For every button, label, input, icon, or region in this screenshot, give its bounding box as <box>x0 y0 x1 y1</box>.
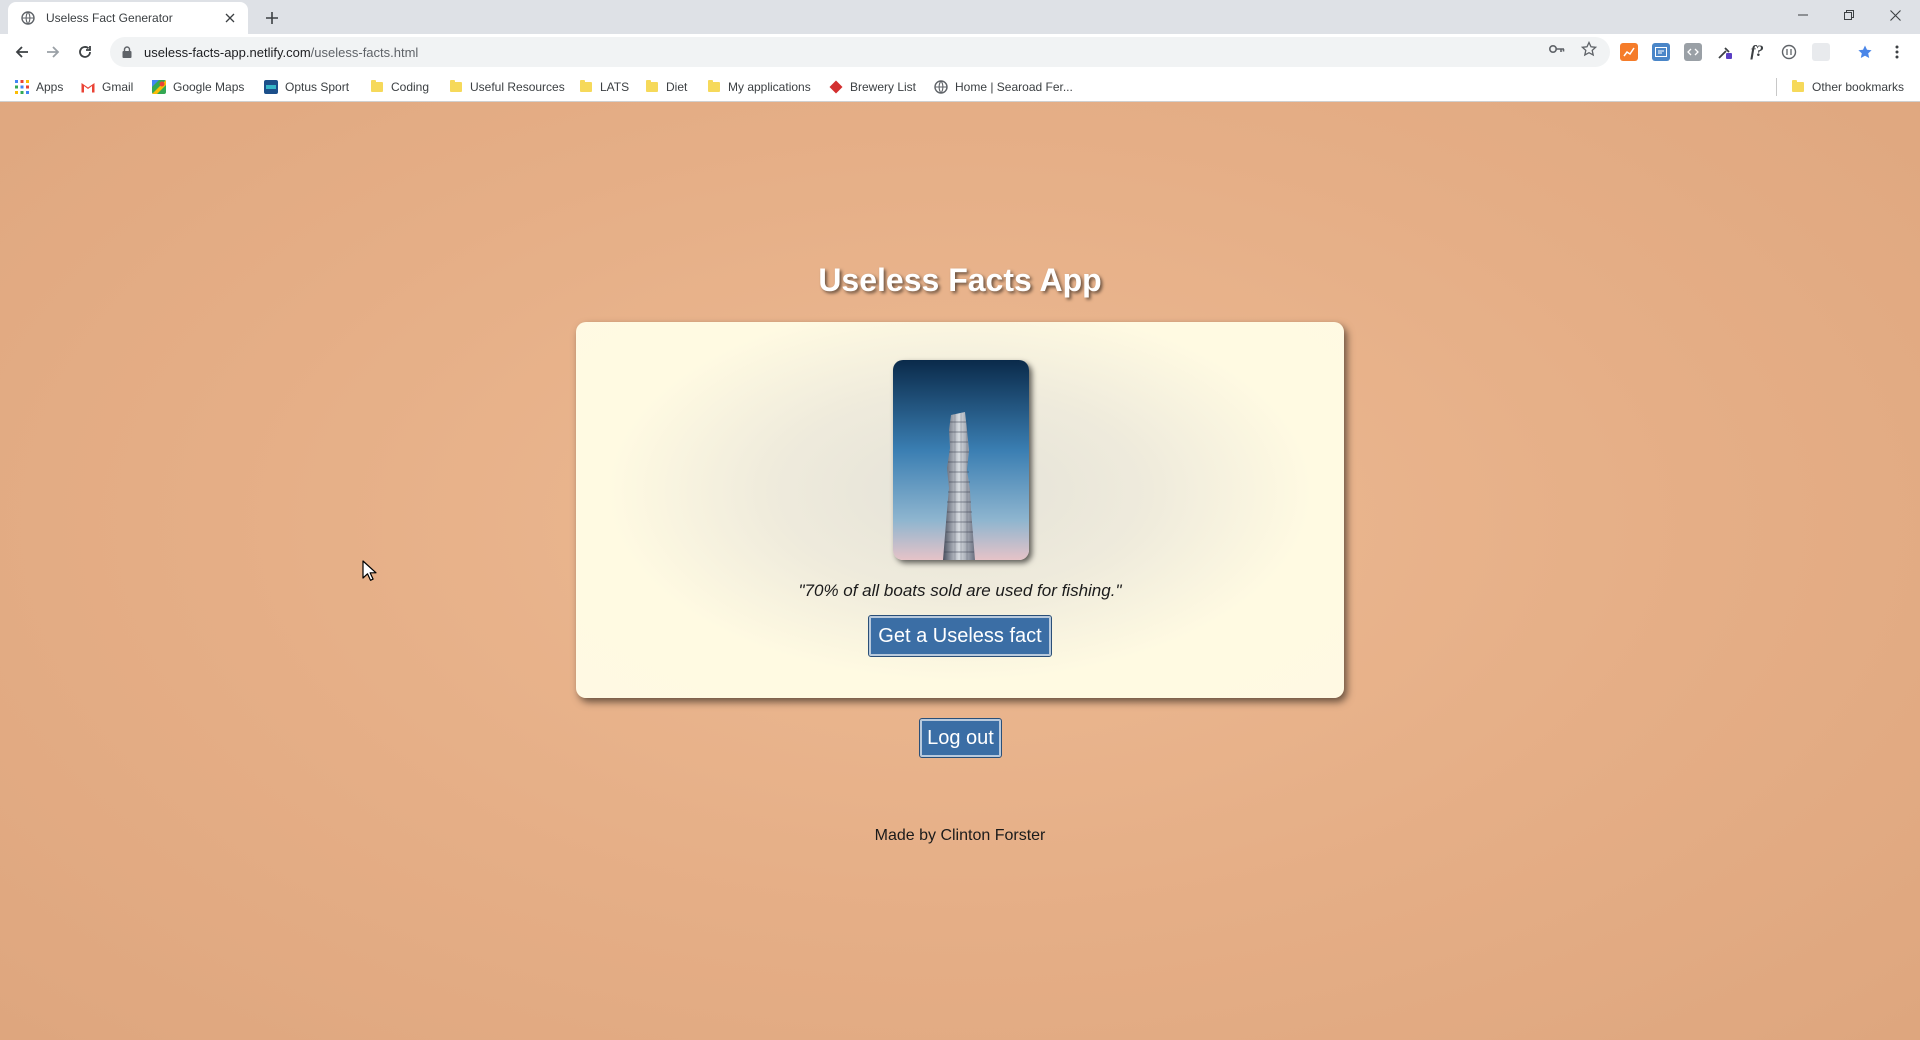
bookmark-label: Apps <box>36 80 64 94</box>
bookmark-other-bookmarks[interactable]: Other bookmarks <box>1790 78 1904 96</box>
key-icon[interactable] <box>1548 40 1566 58</box>
folder-icon <box>1790 79 1806 95</box>
tab-strip: Useless Fact Generator <box>0 0 1920 34</box>
bookmark-label: Google Maps <box>173 80 245 94</box>
bookmark-my-applications[interactable]: My applications <box>706 78 811 96</box>
forward-icon[interactable] <box>39 38 67 66</box>
fact-card: "70% of all boats sold are used for fish… <box>576 322 1344 698</box>
credit-text: Made by Clinton Forster <box>874 827 1046 844</box>
circle-extension-icon[interactable] <box>1780 43 1798 61</box>
bookmark-label: Coding <box>391 80 430 94</box>
folder-icon <box>369 79 385 95</box>
bookmark-label: LATS <box>600 80 630 94</box>
lock-icon[interactable] <box>120 45 134 59</box>
globe-icon <box>20 10 36 26</box>
url-text: useless-facts-app.netlify.com/useless-fa… <box>144 45 418 60</box>
blank-extension-icon[interactable] <box>1812 43 1830 61</box>
star-icon[interactable] <box>1580 40 1598 58</box>
bookmark-label: Brewery List <box>850 80 917 94</box>
optus-sport-icon <box>263 79 279 95</box>
address-bar[interactable]: useless-facts-app.netlify.com/useless-fa… <box>110 37 1610 67</box>
fact-text: "70% of all boats sold are used for fish… <box>798 581 1122 600</box>
bookmark-searoad[interactable]: Home | Searoad Fer... <box>933 78 1073 96</box>
id-card-extension-icon[interactable] <box>1652 43 1670 61</box>
bookmarks-bar: Apps Gmail Google Maps Optus Sport Codin… <box>0 70 1920 102</box>
mouse-cursor-icon <box>362 560 378 582</box>
bookmark-label: Home | Searoad Fer... <box>955 80 1073 94</box>
bookmark-star-extension-icon[interactable] <box>1856 43 1874 61</box>
bookmark-diet[interactable]: Diet <box>644 78 687 96</box>
function-extension-icon[interactable]: f? <box>1748 43 1766 61</box>
folder-icon <box>448 79 464 95</box>
back-icon[interactable] <box>8 38 36 66</box>
bookmark-label: Other bookmarks <box>1812 80 1905 94</box>
bookmark-label: Gmail <box>102 80 134 94</box>
bookmark-optus-sport[interactable]: Optus Sport <box>263 78 349 96</box>
logout-button[interactable]: Log out <box>919 718 1002 758</box>
gmail-icon <box>80 79 96 95</box>
reload-icon[interactable] <box>71 38 99 66</box>
bookmark-label: Useful Resources <box>470 80 565 94</box>
bookmark-label: My applications <box>728 80 811 94</box>
google-maps-icon <box>151 79 167 95</box>
bookmark-lats[interactable]: LATS <box>578 78 629 96</box>
bookmark-label: Diet <box>666 80 688 94</box>
url-host: useless-facts-app.netlify.com <box>144 44 311 60</box>
chart-extension-icon[interactable] <box>1620 43 1638 61</box>
bookmark-gmail[interactable]: Gmail <box>80 78 133 96</box>
bookmark-google-maps[interactable]: Google Maps <box>151 78 244 96</box>
get-fact-button[interactable]: Get a Useless fact <box>868 615 1052 657</box>
bookmark-apps[interactable]: Apps <box>14 78 63 96</box>
bookmark-coding[interactable]: Coding <box>369 78 429 96</box>
restore-icon[interactable] <box>1826 0 1872 30</box>
browser-toolbar: useless-facts-app.netlify.com/useless-fa… <box>0 34 1920 70</box>
page-content: Useless Facts App "70% of all boats sold… <box>0 102 1920 1040</box>
browser-tab[interactable]: Useless Fact Generator <box>8 2 248 34</box>
browser-chrome: Useless Fact Generator useless-facts-app… <box>0 0 1920 102</box>
globe-icon <box>933 79 949 95</box>
brewery-icon <box>828 79 844 95</box>
folder-icon <box>578 79 594 95</box>
code-extension-icon[interactable] <box>1684 43 1702 61</box>
folder-icon <box>706 79 722 95</box>
tab-title: Useless Fact Generator <box>46 11 173 25</box>
folder-icon <box>644 79 660 95</box>
new-tab-icon[interactable] <box>260 6 284 30</box>
bookmark-brewery-list[interactable]: Brewery List <box>828 78 916 96</box>
tower-photo <box>893 360 1029 560</box>
bookmarks-divider <box>1776 78 1777 96</box>
menu-dots-icon[interactable] <box>1888 43 1906 61</box>
minimize-icon[interactable] <box>1780 0 1826 30</box>
url-path: /useless-facts.html <box>310 44 419 60</box>
apps-grid-icon <box>14 79 30 95</box>
eyedropper-extension-icon[interactable] <box>1716 43 1734 61</box>
close-tab-icon[interactable] <box>222 10 238 26</box>
bookmark-useful-resources[interactable]: Useful Resources <box>448 78 565 96</box>
page-title: Useless Facts App <box>818 262 1102 298</box>
close-window-icon[interactable] <box>1872 0 1918 30</box>
bookmark-label: Optus Sport <box>285 80 350 94</box>
